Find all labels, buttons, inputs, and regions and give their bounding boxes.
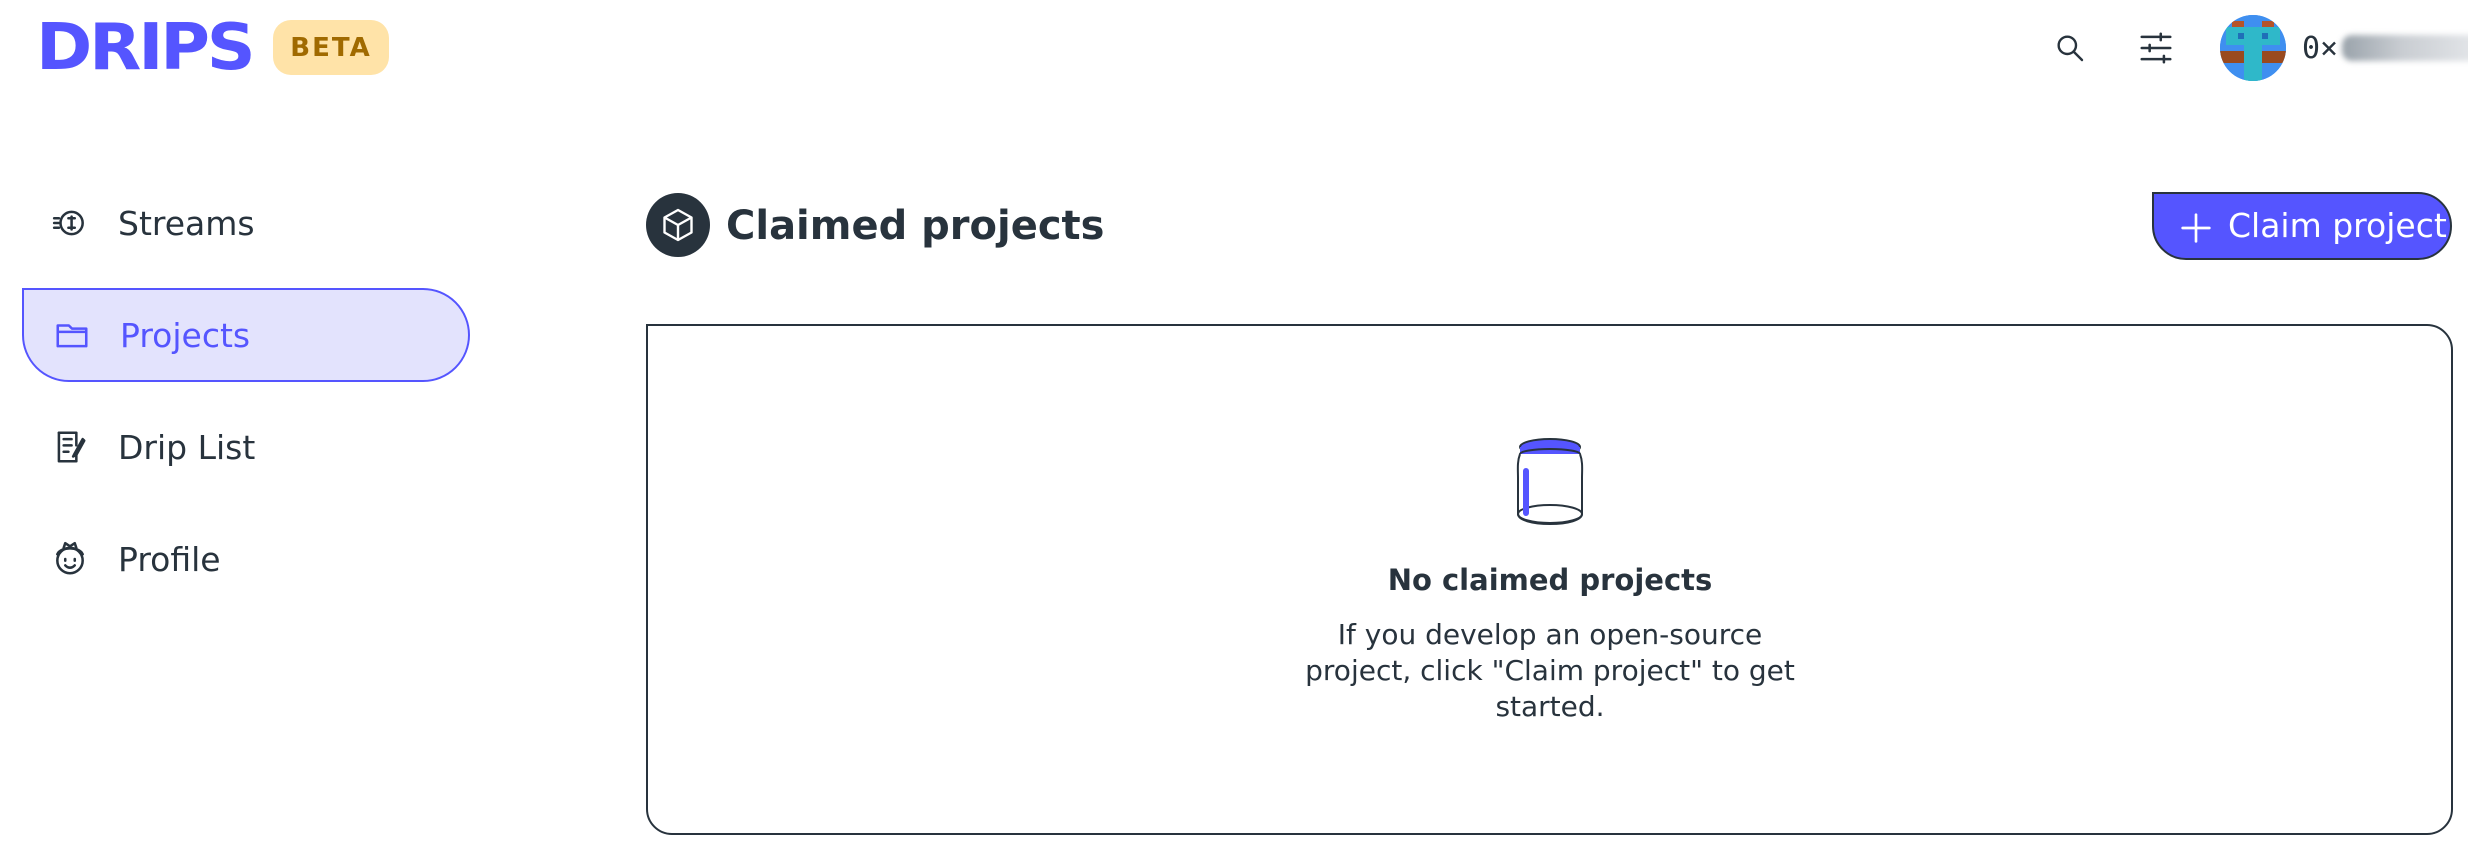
- search-button[interactable]: [2048, 24, 2092, 72]
- sidebar-item-label: Drip List: [118, 427, 256, 467]
- logo-text: DRIPS: [36, 11, 256, 85]
- search-icon: [2057, 35, 2084, 62]
- claim-project-button[interactable]: Claim project: [2152, 192, 2452, 260]
- sidebar-item-profile[interactable]: Profile: [22, 512, 470, 606]
- folder-icon: [50, 313, 94, 357]
- jar-icon: [1516, 438, 1584, 526]
- streams-icon: [48, 201, 92, 245]
- sidebar-item-label: Projects: [120, 315, 251, 355]
- drip-list-icon: [48, 425, 92, 469]
- wallet-address[interactable]: 0×: [2302, 26, 2468, 70]
- address-prefix: 0×: [2302, 30, 2339, 66]
- page-title: Claimed projects: [726, 203, 1105, 249]
- empty-state-text: If you develop an open-source project, c…: [1305, 618, 1795, 723]
- sidebar-item-label: Streams: [118, 203, 255, 243]
- settings-button[interactable]: [2134, 24, 2178, 72]
- address-redacted: [2342, 35, 2468, 61]
- beta-badge: BETA: [273, 20, 389, 75]
- profile-icon: [48, 537, 92, 581]
- sidebar-item-drip-list[interactable]: Drip List: [22, 400, 470, 494]
- drips-logo[interactable]: DRIPS: [36, 16, 256, 80]
- sidebar-item-label: Profile: [118, 539, 221, 579]
- sidebar-item-streams[interactable]: Streams: [22, 176, 470, 270]
- box-icon: [646, 193, 710, 257]
- claim-project-label: Claim project: [2228, 206, 2447, 245]
- avatar[interactable]: [2220, 15, 2286, 81]
- pixel-avatar-icon: [2220, 15, 2286, 81]
- plus-icon: [2181, 213, 2211, 243]
- empty-state-title: No claimed projects: [1387, 563, 1713, 597]
- sidebar-item-projects[interactable]: Projects: [22, 288, 470, 382]
- sliders-icon: [2140, 32, 2172, 64]
